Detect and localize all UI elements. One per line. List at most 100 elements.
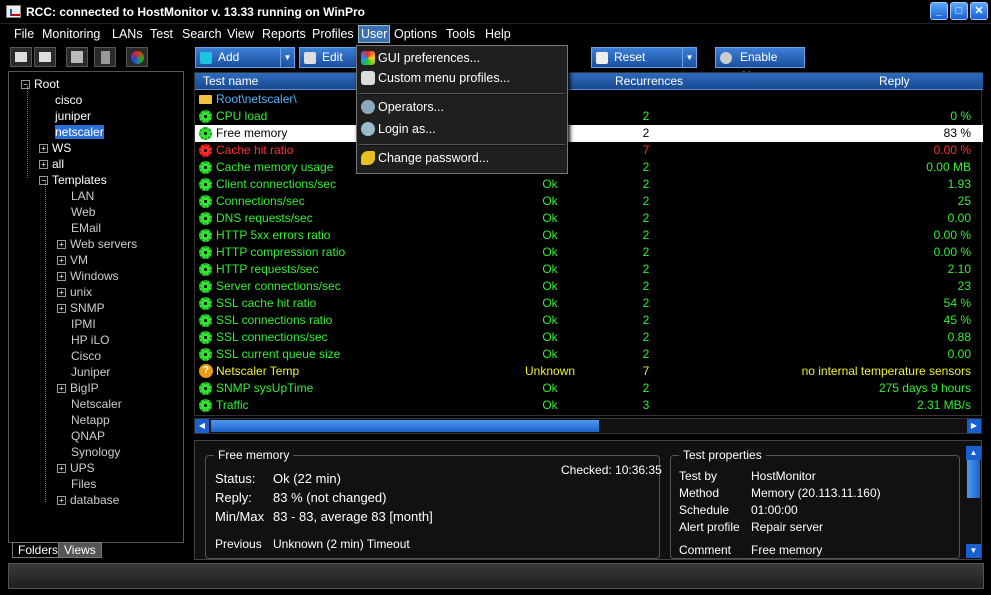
expand-icon[interactable]: + <box>57 304 66 314</box>
tree-node-template[interactable]: + unix <box>57 285 92 299</box>
add-dropdown-arrow[interactable]: ▼ <box>280 48 294 67</box>
tree-node-templates[interactable]: − Templates <box>39 173 107 187</box>
tree-node-template[interactable]: QNAP <box>71 429 105 443</box>
tree-node-template[interactable]: LAN <box>71 189 94 203</box>
tree-node-template[interactable]: IPMI <box>71 317 96 331</box>
menu-file[interactable]: File <box>14 27 34 41</box>
menu-options[interactable]: Options <box>394 27 437 41</box>
table-row[interactable]: SSL current queue size Ok 2 0.00 <box>195 346 983 363</box>
tree-node-template[interactable]: + BigIP <box>57 381 99 395</box>
new-folder-icon[interactable] <box>10 47 32 67</box>
expand-icon[interactable]: + <box>57 288 66 298</box>
scroll-down-icon[interactable]: ▼ <box>966 544 981 558</box>
edit-button[interactable]: Edit <box>299 47 361 68</box>
menu-profiles[interactable]: Profiles <box>312 27 354 41</box>
folder-color-icon[interactable] <box>126 47 148 67</box>
maximize-button[interactable]: □ <box>950 2 968 20</box>
table-row[interactable]: CPU load 2 0 % <box>195 108 983 125</box>
add-button[interactable]: Add ▼ <box>195 47 295 68</box>
table-row[interactable]: SSL connections ratio Ok 2 45 % <box>195 312 983 329</box>
tree-node-template[interactable]: Web <box>71 205 95 219</box>
menu-lans[interactable]: LANs <box>112 27 143 41</box>
table-row[interactable]: Cache hit ratio 7 0.00 % <box>195 142 983 159</box>
expand-icon[interactable]: + <box>57 240 66 250</box>
menu-search[interactable]: Search <box>182 27 222 41</box>
tree-node-juniper[interactable]: juniper <box>55 109 91 123</box>
test-list[interactable]: Test name Recurrences Reply Root\netscal… <box>194 72 983 416</box>
new-subfolder-icon[interactable] <box>34 47 56 67</box>
menu-item-login-as[interactable]: Login as... <box>378 122 436 136</box>
app-icon[interactable] <box>6 5 21 18</box>
minimize-button[interactable]: _ <box>930 2 948 20</box>
menu-view[interactable]: View <box>227 27 254 41</box>
expand-icon[interactable]: + <box>57 256 66 266</box>
folder-tree[interactable]: − Root cisco juniper netscaler + WS + all −… <box>8 71 184 543</box>
scroll-left-icon[interactable]: ◀ <box>195 419 209 433</box>
table-row[interactable]: SSL connections/sec Ok 2 0.88 <box>195 329 983 346</box>
tree-node-cisco[interactable]: cisco <box>55 93 82 107</box>
scroll-right-icon[interactable]: ▶ <box>967 419 981 433</box>
tree-node-template[interactable]: + database <box>57 493 119 507</box>
tree-node-template[interactable]: + UPS <box>57 461 95 475</box>
tree-node-all[interactable]: + all <box>39 157 64 171</box>
column-reply[interactable]: Reply <box>879 74 910 88</box>
menu-user[interactable]: User <box>358 25 391 43</box>
tree-node-root[interactable]: − Root <box>21 77 59 91</box>
table-row[interactable]: SSL cache hit ratio Ok 2 54 % <box>195 295 983 312</box>
tree-node-template[interactable]: Juniper <box>71 365 110 379</box>
column-test-name[interactable]: Test name <box>203 74 258 88</box>
expand-icon[interactable]: + <box>57 384 66 394</box>
column-recurrences[interactable]: Recurrences <box>615 74 683 88</box>
folder-row[interactable]: Root\netscaler\ <box>195 91 983 108</box>
table-row[interactable]: Traffic Ok 3 2.31 MB/s <box>195 397 983 414</box>
menu-item-gui-preferences[interactable]: GUI preferences... <box>378 51 480 65</box>
tree-node-template[interactable]: Netapp <box>71 413 110 427</box>
tree-node-netscaler[interactable]: netscaler <box>55 125 104 139</box>
expand-icon[interactable]: + <box>57 496 66 506</box>
tree-node-template[interactable]: EMail <box>71 221 101 235</box>
expand-icon[interactable]: + <box>57 464 66 474</box>
scrollbar-thumb[interactable] <box>211 420 599 432</box>
close-button[interactable]: ✕ <box>970 2 988 20</box>
menu-item-custom-menu-profiles[interactable]: Custom menu profiles... <box>378 71 510 85</box>
table-row[interactable]: DNS requests/sec Ok 2 0.00 <box>195 210 983 227</box>
scroll-up-icon[interactable]: ▲ <box>966 446 981 460</box>
menu-reports[interactable]: Reports <box>262 27 306 41</box>
table-row[interactable]: HTTP compression ratio Ok 2 0.00 % <box>195 244 983 261</box>
table-row[interactable]: Client connections/sec Ok 2 1.93 <box>195 176 983 193</box>
scrollbar-thumb[interactable] <box>967 460 980 498</box>
menu-item-change-password[interactable]: Change password... <box>378 151 489 165</box>
menu-item-operators[interactable]: Operators... <box>378 100 444 114</box>
table-row[interactable]: HTTP 5xx errors ratio Ok 2 0.00 % <box>195 227 983 244</box>
menu-help[interactable]: Help <box>485 27 511 41</box>
menu-tools[interactable]: Tools <box>446 27 475 41</box>
horizontal-scrollbar[interactable]: ◀ ▶ <box>194 418 982 434</box>
tree-node-template[interactable]: + SNMP <box>57 301 105 315</box>
table-row[interactable]: Cache memory usage 2 0.00 MB <box>195 159 983 176</box>
table-row[interactable]: Server connections/sec Ok 2 23 <box>195 278 983 295</box>
tab-folders[interactable]: Folders <box>12 542 65 558</box>
tree-node-template[interactable]: + Windows <box>57 269 119 283</box>
tree-node-ws[interactable]: + WS <box>39 141 71 155</box>
reset-dropdown-arrow[interactable]: ▼ <box>682 48 696 67</box>
table-row[interactable]: HTTP requests/sec Ok 2 2.10 <box>195 261 983 278</box>
menu-monitoring[interactable]: Monitoring <box>42 27 100 41</box>
tree-node-template[interactable]: + Web servers <box>57 237 137 251</box>
delete-folder-icon[interactable] <box>94 47 116 67</box>
reset-button[interactable]: Reset ▼ <box>591 47 697 68</box>
folder-properties-icon[interactable] <box>66 47 88 67</box>
table-row[interactable]: ? Netscaler Temp Unknown 7 no internal tempe… <box>195 363 983 380</box>
expand-icon[interactable]: + <box>57 272 66 282</box>
enable-alerts-button[interactable]: Enable Alerts <box>715 47 805 83</box>
tree-node-template[interactable]: Files <box>71 477 96 491</box>
tree-node-template[interactable]: Synology <box>71 445 120 459</box>
table-row[interactable]: Connections/sec Ok 2 25 <box>195 193 983 210</box>
vertical-scrollbar[interactable]: ▲ ▼ <box>966 446 981 558</box>
tab-views[interactable]: Views <box>58 542 102 558</box>
tree-node-template[interactable]: + VM <box>57 253 88 267</box>
table-row[interactable]: Free memory 2 83 % <box>195 125 983 142</box>
tree-node-template[interactable]: Cisco <box>71 349 101 363</box>
table-row[interactable]: SNMP sysUpTime Ok 2 275 days 9 hours <box>195 380 983 397</box>
tree-node-template[interactable]: Netscaler <box>71 397 122 411</box>
tree-node-template[interactable]: HP iLO <box>71 333 109 347</box>
